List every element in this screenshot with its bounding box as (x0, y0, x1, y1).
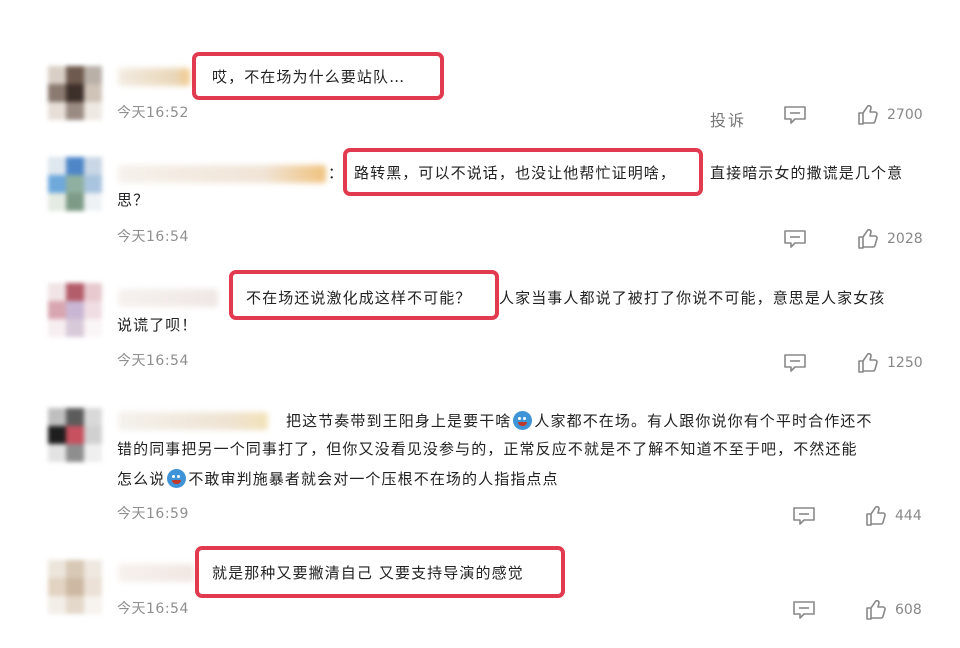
comment-text-segment: 怎么说 (117, 470, 166, 488)
username-blurred[interactable] (118, 289, 218, 307)
timestamp: 今天16:54 (117, 353, 189, 369)
thumbs-up-icon (857, 228, 879, 250)
reply-button[interactable] (792, 506, 816, 526)
comment-text-highlighted: 不在场还说激化成这样不可能？ (246, 289, 472, 307)
avatar[interactable] (48, 560, 102, 614)
comment-text: 把这节奏带到王阳身上是要干啥 人家都不在场。有人跟你说你有个平时合作还不 (286, 408, 873, 435)
avatar[interactable] (48, 408, 102, 462)
reply-button[interactable] (783, 353, 807, 373)
avatar[interactable] (48, 66, 102, 120)
comment-text-segment: 把这节奏带到王阳身上是要干啥 (286, 412, 512, 430)
reply-button[interactable] (783, 105, 807, 125)
comment-text: 直接暗示女的撒谎是几个意 (710, 164, 904, 182)
comment-icon (783, 229, 807, 249)
like-count: 608 (895, 602, 922, 618)
like-button[interactable]: 2028 (857, 228, 923, 250)
reply-button[interactable] (783, 229, 807, 249)
like-count: 2700 (887, 107, 923, 123)
comment-icon (783, 105, 807, 125)
comment-text: ： (328, 164, 345, 182)
like-count: 444 (895, 508, 922, 524)
username-blurred[interactable] (118, 564, 194, 582)
like-button[interactable]: 608 (865, 599, 922, 621)
reply-button[interactable] (792, 600, 816, 620)
avatar[interactable] (48, 283, 102, 337)
like-button[interactable]: 2700 (857, 104, 923, 126)
comment-text: 错的同事把另一个同事打了，但你又没看见没参与的，正常反应不就是不了解不知道不至于… (117, 440, 858, 458)
report-button[interactable]: 投诉 (710, 107, 746, 131)
comment-icon (792, 600, 816, 620)
comment-text: 说谎了呗！ (117, 316, 198, 334)
comment-text: 哎，不在场为什么要站队… (212, 68, 406, 86)
comment-text: 思？ (117, 191, 150, 209)
avatar[interactable] (48, 157, 102, 211)
comment-text-segment: 人家都不在场。有人跟你说你有个平时合作还不 (534, 412, 873, 430)
comment-text-segment: 不敢审判施暴者就会对一个压根不在场的人指指点点 (188, 470, 559, 488)
timestamp: 今天16:54 (117, 601, 189, 617)
comment-text: 就是那种又要撇清自己 又要支持导演的感觉 (212, 564, 524, 582)
timestamp: 今天16:54 (117, 229, 189, 245)
comment-text-highlighted: 路转黑，可以不说话，也没让他帮忙证明啥， (354, 164, 677, 182)
emoji-icon (513, 411, 533, 430)
thumbs-up-icon (865, 505, 887, 527)
like-button[interactable]: 1250 (857, 352, 923, 374)
comment-icon (792, 506, 816, 526)
like-count: 1250 (887, 355, 923, 371)
thumbs-up-icon (857, 104, 879, 126)
username-blurred[interactable] (118, 165, 326, 183)
emoji-icon (167, 469, 187, 488)
thumbs-up-icon (865, 599, 887, 621)
timestamp: 今天16:52 (117, 105, 189, 121)
comment-icon (783, 353, 807, 373)
thumbs-up-icon (857, 352, 879, 374)
comment-text: 人家当事人都说了被打了你说不可能，意思是人家女孩 (499, 289, 886, 307)
like-button[interactable]: 444 (865, 505, 922, 527)
like-count: 2028 (887, 231, 923, 247)
timestamp: 今天16:59 (117, 506, 189, 522)
username-blurred[interactable] (118, 412, 268, 430)
username-blurred[interactable] (118, 68, 190, 86)
comment-text: 怎么说 不敢审判施暴者就会对一个压根不在场的人指指点点 (117, 466, 559, 493)
